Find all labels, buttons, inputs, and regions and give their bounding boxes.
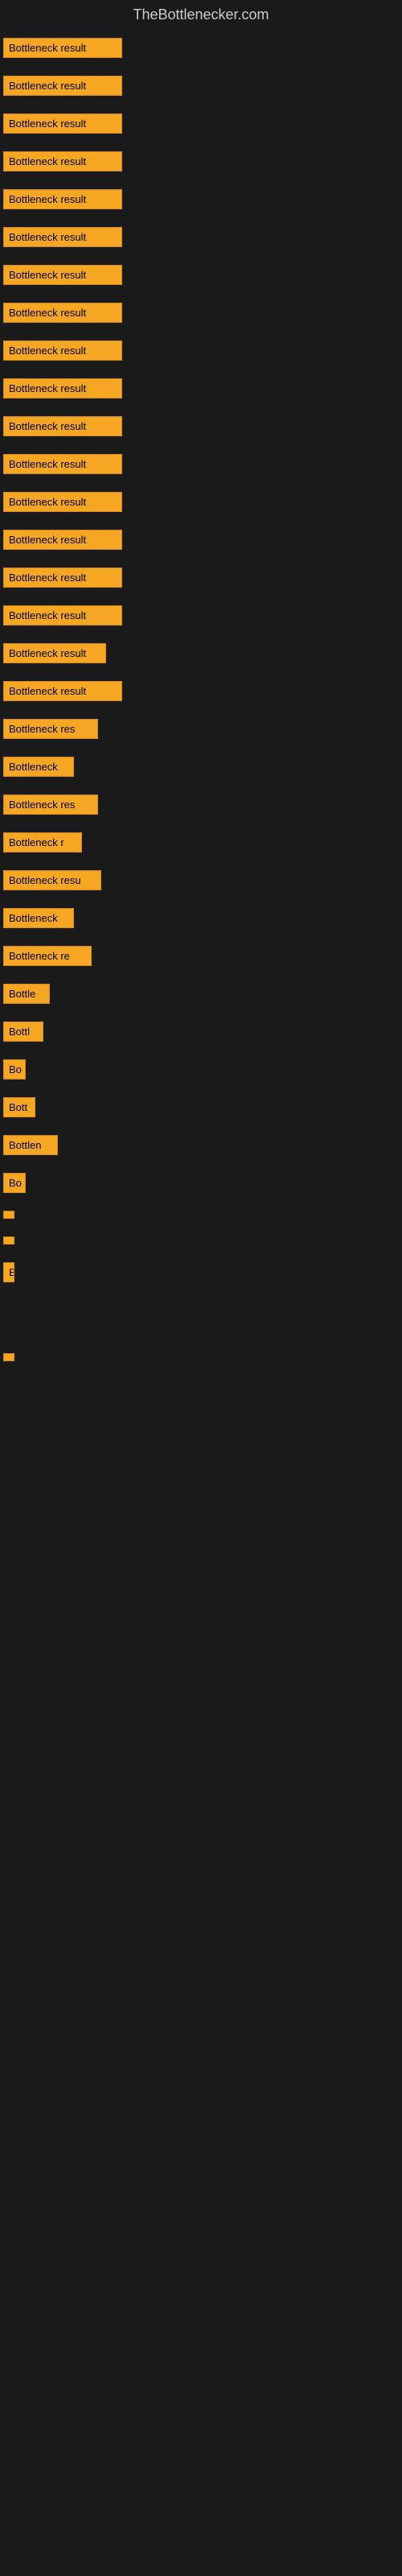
bar-item: Bott xyxy=(0,1092,402,1122)
bar-item: Bottleneck r xyxy=(0,828,402,857)
bottleneck-bar[interactable]: Bottleneck result xyxy=(3,530,122,550)
bottleneck-bar[interactable]: Bottleneck res xyxy=(3,719,98,739)
bar-item: Bottleneck result xyxy=(0,222,402,252)
bar-item: Bo xyxy=(0,1055,402,1084)
bottleneck-bar[interactable]: B xyxy=(3,1262,14,1282)
bottleneck-bar[interactable]: Bottleneck result xyxy=(3,454,122,474)
bottleneck-bar[interactable] xyxy=(3,1211,14,1219)
bar-item: Bottleneck result xyxy=(0,298,402,328)
bottleneck-bar[interactable]: Bottleneck re xyxy=(3,946,92,966)
bottleneck-bar[interactable]: Bott xyxy=(3,1097,35,1117)
bar-item: Bo xyxy=(0,1168,402,1198)
bar-item: Bottleneck result xyxy=(0,487,402,517)
site-title: TheBottlenecker.com xyxy=(0,0,402,33)
bar-item: Bottleneck res xyxy=(0,714,402,744)
bottleneck-bar[interactable]: Bottleneck result xyxy=(3,681,122,701)
bottleneck-bar[interactable] xyxy=(3,1353,14,1361)
bar-item: Bottleneck result xyxy=(0,676,402,706)
bottleneck-bar[interactable]: Bottleneck result xyxy=(3,416,122,436)
bottleneck-bar[interactable]: Bottleneck result xyxy=(3,341,122,361)
bottleneck-bar[interactable]: Bottleneck result xyxy=(3,492,122,512)
bar-item: Bottleneck resu xyxy=(0,865,402,895)
bar-item: Bottleneck result xyxy=(0,449,402,479)
bar-item: Bottl xyxy=(0,1017,402,1046)
bar-item: Bottleneck result xyxy=(0,147,402,176)
bottleneck-bar[interactable]: Bottleneck result xyxy=(3,227,122,247)
bottleneck-bar[interactable]: Bottleneck res xyxy=(3,795,98,815)
bar-item: Bottleneck result xyxy=(0,336,402,365)
bottleneck-bar[interactable]: Bottleneck xyxy=(3,908,74,928)
bottleneck-bar[interactable]: Bottleneck result xyxy=(3,605,122,625)
bar-item xyxy=(0,1348,402,1366)
bar-item: Bottleneck result xyxy=(0,411,402,441)
bottleneck-bar[interactable]: Bottle xyxy=(3,984,50,1004)
bar-item: Bottle xyxy=(0,979,402,1009)
bottleneck-bar[interactable]: Bottleneck xyxy=(3,757,74,777)
bar-item xyxy=(0,1295,402,1305)
bar-item: Bottleneck result xyxy=(0,71,402,101)
bottleneck-bar[interactable]: Bottleneck result xyxy=(3,265,122,285)
bottleneck-bar[interactable]: Bottleneck result xyxy=(3,114,122,134)
bar-item: Bottleneck result xyxy=(0,563,402,592)
bar-item: Bottleneck xyxy=(0,752,402,782)
bar-item: Bottlen xyxy=(0,1130,402,1160)
bottleneck-bar[interactable]: Bottleneck result xyxy=(3,38,122,58)
bottleneck-bar[interactable]: Bottleneck result xyxy=(3,303,122,323)
bar-item: Bottleneck result xyxy=(0,374,402,403)
bar-item: Bottleneck result xyxy=(0,525,402,555)
bar-item: Bottleneck res xyxy=(0,790,402,819)
bottleneck-bar[interactable]: Bottleneck result xyxy=(3,151,122,171)
bottleneck-bar[interactable]: Bo xyxy=(3,1059,26,1080)
bar-item: B xyxy=(0,1257,402,1287)
bottleneck-bar[interactable]: Bottleneck result xyxy=(3,643,106,663)
bottleneck-bar[interactable]: Bottleneck r xyxy=(3,832,82,852)
bottleneck-bar[interactable]: Bottl xyxy=(3,1022,43,1042)
bottleneck-bar[interactable]: Bottlen xyxy=(3,1135,58,1155)
bar-item: Bottleneck result xyxy=(0,109,402,138)
bar-list: Bottleneck result Bottleneck result Bottle… xyxy=(0,33,402,1374)
bottleneck-bar[interactable]: Bottleneck result xyxy=(3,378,122,398)
bottleneck-bar[interactable] xyxy=(3,1236,14,1245)
bar-item xyxy=(0,1313,402,1323)
bar-item xyxy=(0,1232,402,1249)
bottleneck-bar[interactable]: Bottleneck result xyxy=(3,76,122,96)
bar-item: Bottleneck result xyxy=(0,33,402,63)
bar-item: Bottleneck result xyxy=(0,638,402,668)
bar-item: Bottleneck re xyxy=(0,941,402,971)
bottleneck-bar[interactable]: Bo xyxy=(3,1173,26,1193)
bar-item xyxy=(0,1331,402,1340)
bottleneck-bar[interactable]: Bottleneck result xyxy=(3,568,122,588)
bar-item: Bottleneck result xyxy=(0,260,402,290)
bar-item: Bottleneck xyxy=(0,903,402,933)
bar-item: Bottleneck result xyxy=(0,184,402,214)
bar-item: Bottleneck result xyxy=(0,601,402,630)
bottleneck-bar[interactable]: Bottleneck resu xyxy=(3,870,101,890)
bar-item xyxy=(0,1206,402,1224)
bottleneck-bar[interactable]: Bottleneck result xyxy=(3,189,122,209)
